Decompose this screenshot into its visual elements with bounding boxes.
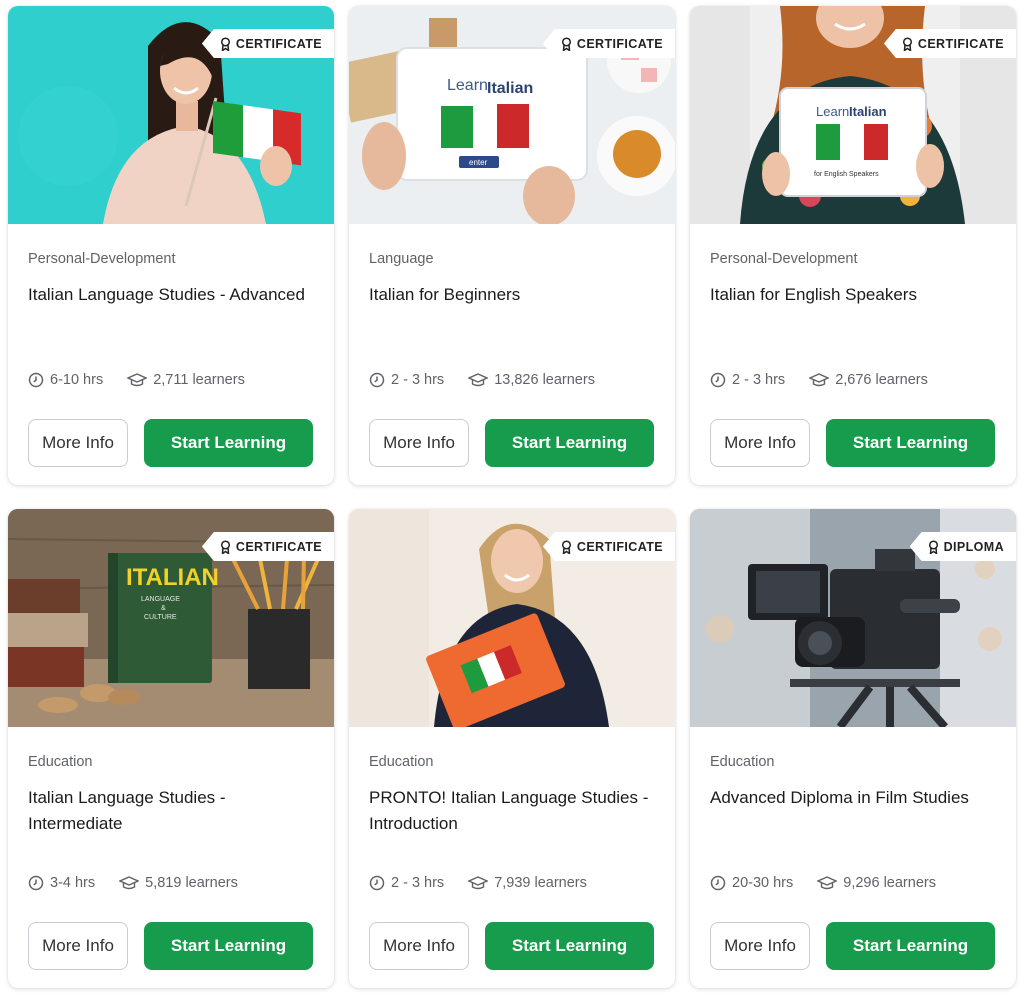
badge-label: CERTIFICATE: [576, 36, 663, 51]
start-learning-button[interactable]: Start Learning: [144, 922, 313, 970]
course-image: ITALIAN LANGUAGE & CULTURE CERTIFICATE: [8, 509, 334, 727]
course-title[interactable]: PRONTO! Italian Language Studies - Intro…: [369, 785, 659, 837]
image-text-book-sub3: CULTURE: [144, 614, 177, 621]
certificate-badge: CERTIFICATE: [201, 532, 334, 561]
more-info-button[interactable]: More Info: [369, 922, 469, 970]
badge-label: CERTIFICATE: [235, 36, 322, 51]
course-image: DIPLOMA: [690, 509, 1016, 727]
more-info-button[interactable]: More Info: [28, 419, 128, 467]
badge-label: CERTIFICATE: [917, 36, 1004, 51]
course-meta: 3-4 hrs 5,819 learners: [28, 875, 238, 891]
course-image: CERTIFICATE: [8, 6, 334, 224]
award-icon: [928, 539, 938, 554]
course-duration: 3-4 hrs: [50, 875, 96, 891]
course-title[interactable]: Italian Language Studies - Advanced: [28, 282, 318, 308]
badge-label: CERTIFICATE: [576, 539, 663, 554]
graduation-cap-icon: [468, 876, 489, 890]
badge-label: DIPLOMA: [943, 539, 1004, 554]
course-learners: 5,819 learners: [145, 875, 238, 891]
image-text-book: ITALIAN: [126, 564, 219, 591]
course-duration: 20-30 hrs: [732, 875, 794, 891]
image-text-learn: Learn: [816, 104, 849, 119]
course-card[interactable]: CERTIFICATE Education PRONTO! Italian La…: [349, 509, 675, 988]
course-image: CERTIFICATE: [349, 509, 675, 727]
image-text-learn: Learn: [447, 77, 488, 94]
graduation-cap-icon: [809, 373, 830, 387]
clock-icon: [28, 875, 44, 891]
graduation-cap-icon: [817, 876, 838, 890]
course-category: Education: [710, 754, 775, 770]
award-icon: [902, 36, 912, 51]
clock-icon: [369, 372, 385, 388]
course-duration: 2 - 3 hrs: [391, 372, 445, 388]
course-title[interactable]: Italian Language Studies - Intermediate: [28, 785, 318, 837]
clock-icon: [28, 372, 44, 388]
award-icon: [561, 539, 571, 554]
course-duration: 2 - 3 hrs: [391, 875, 445, 891]
course-card[interactable]: ITALIAN LANGUAGE & CULTURE CERTIFICATE E…: [8, 509, 334, 988]
course-image: Learn Italian for English Speakers CERTI…: [690, 6, 1016, 224]
course-learners: 9,296 learners: [843, 875, 936, 891]
course-title[interactable]: Italian for Beginners: [369, 282, 659, 308]
course-category: Education: [28, 754, 93, 770]
image-text-sub: for English Speakers: [814, 171, 879, 178]
course-card[interactable]: Learn Italian for English Speakers CERTI…: [690, 6, 1016, 485]
course-card[interactable]: DIPLOMA Education Advanced Diploma in Fi…: [690, 509, 1016, 988]
image-text-book-sub1: LANGUAGE: [141, 596, 180, 603]
course-meta: 2 - 3 hrs 2,676 learners: [710, 372, 928, 388]
graduation-cap-icon: [127, 373, 148, 387]
course-meta: 2 - 3 hrs 7,939 learners: [369, 875, 587, 891]
more-info-button[interactable]: More Info: [710, 419, 810, 467]
award-icon: [561, 36, 571, 51]
course-image: Learn Italian enter CERTIFICATE: [349, 6, 675, 224]
graduation-cap-icon: [468, 373, 489, 387]
course-title[interactable]: Italian for English Speakers: [710, 282, 1000, 308]
image-text-italian: Italian: [849, 104, 887, 119]
diploma-badge: DIPLOMA: [909, 532, 1016, 561]
course-meta: 2 - 3 hrs 13,826 learners: [369, 372, 595, 388]
clock-icon: [710, 372, 726, 388]
course-learners: 7,939 learners: [494, 875, 587, 891]
award-icon: [220, 539, 230, 554]
course-title[interactable]: Advanced Diploma in Film Studies: [710, 785, 1000, 811]
image-text-enter: enter: [469, 158, 488, 167]
start-learning-button[interactable]: Start Learning: [826, 922, 995, 970]
course-category: Education: [369, 754, 434, 770]
course-category: Language: [369, 251, 434, 267]
image-text-book-sub2: &: [161, 605, 166, 612]
more-info-button[interactable]: More Info: [369, 419, 469, 467]
graduation-cap-icon: [119, 876, 140, 890]
more-info-button[interactable]: More Info: [28, 922, 128, 970]
certificate-badge: CERTIFICATE: [201, 29, 334, 58]
clock-icon: [710, 875, 726, 891]
clock-icon: [369, 875, 385, 891]
start-learning-button[interactable]: Start Learning: [485, 922, 654, 970]
badge-label: CERTIFICATE: [235, 539, 322, 554]
course-category: Personal-Development: [28, 251, 176, 267]
start-learning-button[interactable]: Start Learning: [826, 419, 995, 467]
course-learners: 2,676 learners: [835, 372, 928, 388]
certificate-badge: CERTIFICATE: [542, 532, 675, 561]
start-learning-button[interactable]: Start Learning: [144, 419, 313, 467]
certificate-badge: CERTIFICATE: [542, 29, 675, 58]
course-learners: 13,826 learners: [494, 372, 595, 388]
course-duration: 2 - 3 hrs: [732, 372, 786, 388]
course-learners: 2,711 learners: [153, 372, 245, 388]
image-text-italian: Italian: [487, 80, 533, 97]
more-info-button[interactable]: More Info: [710, 922, 810, 970]
course-card[interactable]: CERTIFICATE Personal-Development Italian…: [8, 6, 334, 485]
course-meta: 6-10 hrs 2,711 learners: [28, 372, 245, 388]
award-icon: [220, 36, 230, 51]
course-meta: 20-30 hrs 9,296 learners: [710, 875, 936, 891]
course-duration: 6-10 hrs: [50, 372, 104, 388]
course-category: Personal-Development: [710, 251, 858, 267]
certificate-badge: CERTIFICATE: [883, 29, 1016, 58]
course-card[interactable]: Learn Italian enter CERTIFICATE Language…: [349, 6, 675, 485]
start-learning-button[interactable]: Start Learning: [485, 419, 654, 467]
